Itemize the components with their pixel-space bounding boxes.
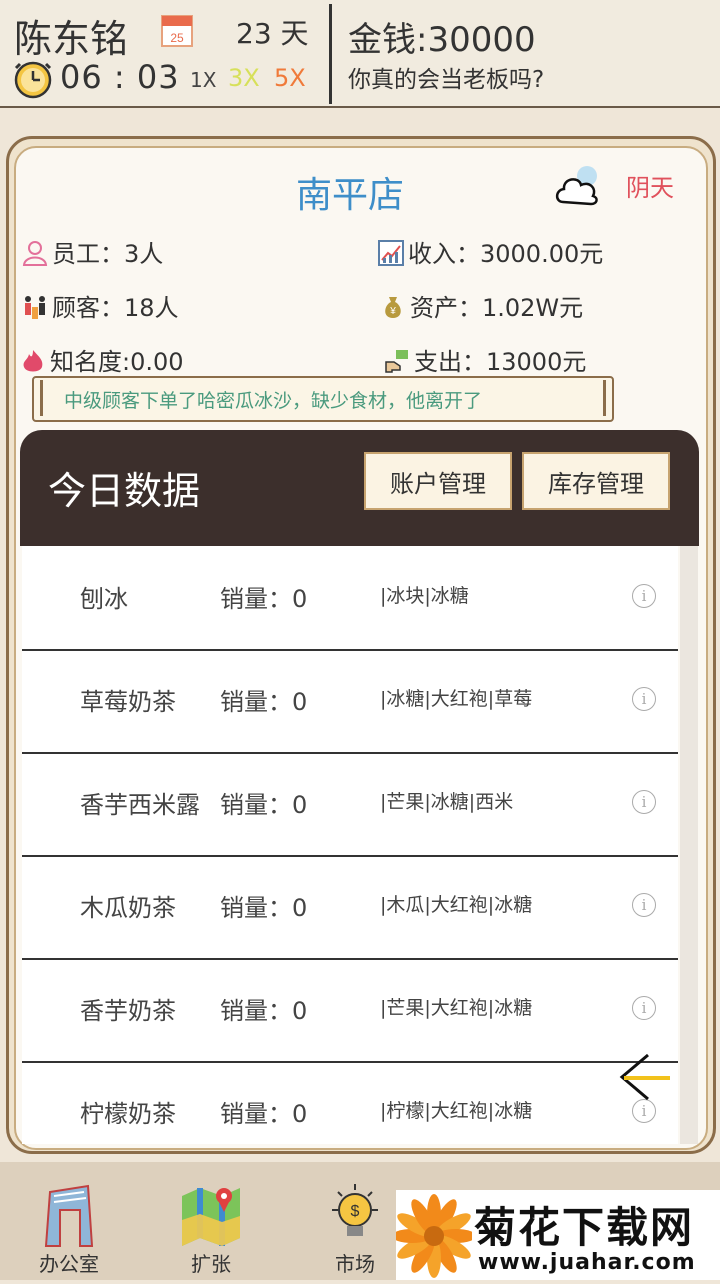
nav-market-label: 市场 (335, 1252, 375, 1276)
speed-3x-button[interactable]: 3X (228, 64, 260, 92)
office-building-icon (36, 1180, 102, 1250)
product-row: 刨冰 销量：0 |冰块|冰糖 i (22, 546, 678, 651)
income-stat: 收入：3000.00元 (378, 234, 603, 269)
watermark-title: 菊花下载网 (474, 1203, 695, 1252)
day-counter: 23 天 (236, 17, 309, 50)
info-icon[interactable]: i (632, 790, 656, 814)
product-sales: 销量：0 (220, 791, 308, 819)
person-icon (22, 240, 48, 266)
nav-expand-label: 扩张 (191, 1252, 231, 1276)
weather-label: 阴天 (626, 174, 674, 202)
nav-market[interactable]: $ 市场 (300, 1162, 410, 1280)
product-sales: 销量：0 (220, 585, 308, 613)
fame-stat: 知名度:0.00 (20, 342, 184, 377)
product-ingredients: |柠檬|大红袍|冰糖 (380, 1100, 533, 1122)
product-row: 香芋奶茶 销量：0 |芒果|大红袍|冰糖 i (22, 958, 678, 1063)
info-icon[interactable]: i (632, 893, 656, 917)
cloud-icon (553, 158, 607, 212)
clock-icon (12, 58, 54, 100)
assets-value: 资产：1.02W元 (410, 294, 584, 322)
product-ingredients: |木瓜|大红袍|冰糖 (380, 894, 533, 916)
product-name: 木瓜奶茶 (80, 894, 176, 922)
svg-text:$: $ (351, 1203, 360, 1220)
speed-1x-button[interactable]: 1X (190, 68, 216, 92)
game-clock: 06 : 03 (60, 58, 180, 96)
svg-text:¥: ¥ (389, 306, 396, 317)
event-notice-text: 中级顾客下单了哈密瓜冰沙，缺少食材，他离开了 (64, 390, 483, 412)
fame-flame-icon (20, 348, 46, 374)
product-ingredients: |芒果|大红袍|冰糖 (380, 997, 533, 1019)
product-ingredients: |芒果|冰糖|西米 (380, 791, 514, 813)
product-list[interactable]: 刨冰 销量：0 |冰块|冰糖 i 草莓奶茶 销量：0 |冰糖|大红袍|草莓 i … (22, 546, 678, 1144)
customers-icon (22, 294, 48, 320)
customer-stat: 顾客：18人 (22, 288, 179, 323)
calendar-icon: 25 (160, 12, 194, 48)
product-row: 柠檬奶茶 销量：0 |柠檬|大红袍|冰糖 i (22, 1061, 678, 1144)
inventory-management-button[interactable]: 库存管理 (522, 452, 670, 510)
fame-value: 知名度:0.00 (50, 348, 184, 376)
nav-office[interactable]: 办公室 (14, 1162, 124, 1280)
product-sales: 销量：0 (220, 688, 308, 716)
chart-icon (378, 240, 404, 266)
player-name: 陈东铭 (14, 17, 129, 61)
product-name: 草莓奶茶 (80, 688, 176, 716)
income-value: 收入：3000.00元 (408, 240, 604, 268)
product-row: 香芋西米露 销量：0 |芒果|冰糖|西米 i (22, 752, 678, 857)
calendar-day: 25 (170, 31, 184, 45)
nav-office-label: 办公室 (39, 1252, 99, 1276)
header-bottom-line (0, 106, 720, 108)
customer-count: 顾客：18人 (52, 294, 179, 322)
account-management-button[interactable]: 账户管理 (364, 452, 512, 510)
product-row: 木瓜奶茶 销量：0 |木瓜|大红袍|冰糖 i (22, 855, 678, 960)
info-icon[interactable]: i (632, 687, 656, 711)
employee-stat: 员工：3人 (22, 234, 163, 269)
product-ingredients: |冰块|冰糖 (380, 585, 469, 607)
expense-value: 支出：13000元 (414, 348, 587, 376)
map-icon (178, 1180, 244, 1250)
info-icon[interactable]: i (632, 1099, 656, 1123)
list-scrollbar[interactable] (680, 546, 698, 1144)
product-name: 柠檬奶茶 (80, 1100, 176, 1128)
header-divider (329, 4, 332, 104)
today-data-title: 今日数据 (48, 469, 201, 513)
chrysanthemum-logo-icon (392, 1192, 476, 1280)
product-sales: 销量：0 (220, 997, 308, 1025)
employee-count: 员工：3人 (52, 240, 164, 268)
money-bag-icon: ¥ (380, 294, 406, 320)
product-row: 草莓奶茶 销量：0 |冰糖|大红袍|草莓 i (22, 649, 678, 754)
speed-5x-button[interactable]: 5X (274, 64, 306, 92)
product-sales: 销量：0 (220, 894, 308, 922)
product-name: 香芋奶茶 (80, 997, 176, 1025)
event-notice: 中级顾客下单了哈密瓜冰沙，缺少食材，他离开了 (32, 376, 614, 422)
product-name: 香芋西米露 (80, 791, 200, 819)
hand-money-icon (384, 348, 410, 374)
product-sales: 销量：0 (220, 1100, 308, 1128)
money-display: 金钱:30000 (348, 20, 536, 60)
info-icon[interactable]: i (632, 996, 656, 1020)
assets-stat: ¥ 资产：1.02W元 (380, 288, 583, 323)
back-arrow-icon[interactable] (618, 1052, 674, 1102)
slogan-text: 你真的会当老板吗? (348, 67, 545, 93)
info-icon[interactable]: i (632, 584, 656, 608)
watermark-url: www.juahar.com (478, 1250, 696, 1275)
nav-expand[interactable]: 扩张 (156, 1162, 266, 1280)
product-ingredients: |冰糖|大红袍|草莓 (380, 688, 533, 710)
product-name: 刨冰 (80, 585, 128, 613)
lightbulb-icon: $ (322, 1180, 388, 1250)
expense-stat: 支出：13000元 (384, 342, 586, 377)
